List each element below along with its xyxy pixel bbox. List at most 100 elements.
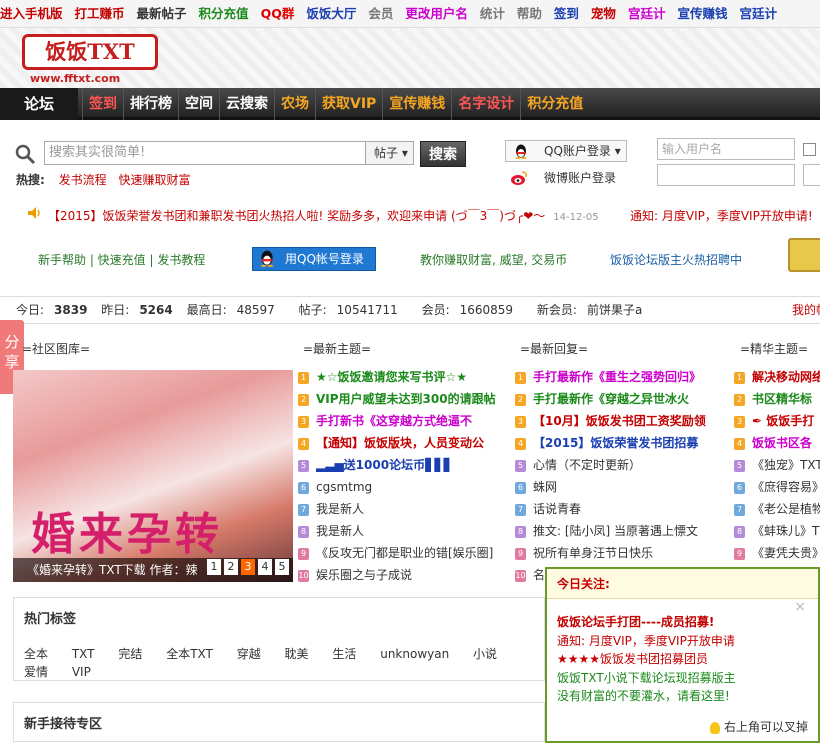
- top-link[interactable]: 积分充值: [199, 0, 249, 27]
- topic-link[interactable]: ★☆饭饭邀请您来写书评☆★: [316, 370, 467, 384]
- hot-link[interactable]: 发书流程: [59, 173, 107, 187]
- nav-forum-home[interactable]: 论坛: [0, 88, 78, 120]
- topic-link[interactable]: 【通知】饭饭版块，人员变动公: [316, 436, 484, 450]
- pager-button[interactable]: 4: [258, 559, 272, 575]
- nav-item[interactable]: 获取VIP: [315, 88, 382, 120]
- username-field[interactable]: 输入用户名: [657, 138, 795, 160]
- pager-button[interactable]: 1: [207, 559, 221, 575]
- tag-link[interactable]: unknowyan: [380, 647, 449, 661]
- remember-checkbox[interactable]: [803, 143, 816, 156]
- weibo-login-link[interactable]: 微博账户登录: [510, 168, 616, 188]
- featured-caption-text[interactable]: 《婚来孕转》TXT下载 作者：辣: [27, 563, 198, 577]
- reply-link[interactable]: 话说青春: [533, 502, 581, 516]
- popup-link[interactable]: 饭饭TXT小说下载论坛现招募版主: [557, 669, 736, 686]
- tag-link[interactable]: 全本TXT: [166, 647, 213, 661]
- top-link[interactable]: 会员: [368, 0, 393, 27]
- pager-button[interactable]: 3: [241, 559, 255, 575]
- elite-link[interactable]: 《独宠》TXT: [752, 458, 820, 472]
- tag-link[interactable]: 全本: [24, 647, 48, 661]
- nav-item[interactable]: 名字设计: [451, 88, 520, 120]
- top-link[interactable]: 进入手机版: [0, 0, 63, 27]
- rank-number: 10: [515, 569, 526, 582]
- reply-link[interactable]: 【10月】饭饭发书团工资奖励领: [533, 414, 706, 428]
- site-logo[interactable]: 饭饭TXT: [22, 34, 158, 70]
- elite-link[interactable]: 《老公是植物: [752, 502, 820, 516]
- tag-link[interactable]: TXT: [72, 647, 95, 661]
- popup-link[interactable]: ★★★★饭饭发书团招募团员: [557, 650, 708, 667]
- elite-link[interactable]: 书区精华标: [752, 392, 812, 406]
- top-link[interactable]: 最新帖子: [137, 0, 187, 27]
- search-type-select[interactable]: 帖子 ▾: [366, 141, 414, 165]
- tag-link[interactable]: 穿越: [237, 647, 261, 661]
- login-extra-field[interactable]: [803, 164, 820, 186]
- reply-link[interactable]: 手打最新作《穿越之异世冰火: [533, 392, 689, 406]
- top-link[interactable]: 宣传赚钱: [677, 0, 727, 27]
- help-links[interactable]: 新手帮助 | 快速充值 | 发书教程: [38, 251, 205, 268]
- top-link[interactable]: QQ群: [261, 0, 295, 27]
- nav-item[interactable]: 签到: [82, 88, 123, 120]
- topic-link[interactable]: 我是新人: [316, 502, 364, 516]
- top-link[interactable]: 更改用户名: [405, 0, 468, 27]
- popup-link[interactable]: 饭饭论坛手打团----成员招募!: [557, 613, 714, 630]
- mail-icon[interactable]: [788, 238, 820, 272]
- search-input[interactable]: 搜索其实很简单!: [44, 141, 366, 165]
- hot-link[interactable]: 快速赚取财富: [118, 173, 190, 187]
- topic-link[interactable]: 娱乐圈之与子成说: [316, 568, 412, 582]
- password-field[interactable]: [657, 164, 795, 186]
- top-link[interactable]: 签到: [554, 0, 579, 27]
- top-link[interactable]: 帮助: [517, 0, 542, 27]
- topic-link[interactable]: 《反攻无门都是职业的错[娱乐圈]: [316, 546, 493, 560]
- top-link[interactable]: 宫廷计: [739, 0, 777, 27]
- topic-link[interactable]: cgsmtmg: [316, 480, 372, 494]
- nav-item[interactable]: 云搜索: [219, 88, 274, 120]
- reply-link[interactable]: 名: [533, 568, 545, 582]
- topic-link[interactable]: VIP用户威望未达到300的请跟帖: [316, 392, 496, 406]
- pager-button[interactable]: 2: [224, 559, 238, 575]
- elite-link[interactable]: 《庶得容易》: [752, 480, 820, 494]
- elite-link[interactable]: 饭饭书区各: [752, 436, 812, 450]
- elite-link[interactable]: 《妻凭夫贵》: [752, 546, 820, 560]
- announcement-link[interactable]: 【2015】饭饭荣誉发书团和兼职发书团火热招人啦! 奖励多多，欢迎来申请 (づ￣…: [48, 207, 599, 224]
- qq-login-button[interactable]: QQ账户登录 ▾: [505, 140, 627, 162]
- earn-link[interactable]: 教你赚取财富, 威望, 交易币: [420, 251, 567, 268]
- qq-connect-button[interactable]: 用QQ帐号登录: [252, 247, 376, 271]
- elite-link[interactable]: 《蚌珠儿》T: [752, 524, 819, 538]
- pager-button[interactable]: 5: [275, 559, 289, 575]
- topic-link[interactable]: 手打新书《这穿越方式绝逼不: [316, 414, 472, 428]
- nav-item[interactable]: 宣传赚钱: [382, 88, 451, 120]
- tag-link[interactable]: 爱情: [24, 665, 48, 679]
- popup-link[interactable]: 没有财富的不要灌水，请看这里!: [557, 687, 730, 704]
- close-icon[interactable]: ×: [794, 599, 806, 615]
- tag-link[interactable]: 小说: [473, 647, 497, 661]
- elite-link[interactable]: ✒ 饭饭手打: [752, 414, 814, 428]
- search-button[interactable]: 搜索: [420, 141, 466, 167]
- tag-link[interactable]: VIP: [72, 665, 91, 679]
- elite-link[interactable]: 解决移动网络: [752, 370, 820, 384]
- featured-book-image[interactable]: 婚来孕转 《婚来孕转》TXT下载 作者：辣 12345: [13, 370, 293, 582]
- top-link[interactable]: 宠物: [591, 0, 616, 27]
- popup-link[interactable]: 通知: 月度VIP，季度VIP开放申请: [557, 632, 735, 649]
- reply-link[interactable]: 心情（不定时更新）: [533, 458, 641, 472]
- vip-notice-link[interactable]: 通知: 月度VIP，季度VIP开放申请!: [630, 207, 813, 224]
- topic-link[interactable]: ▂▃▅送1000论坛币▋▋▋: [316, 458, 453, 472]
- moderator-recruit-link[interactable]: 饭饭论坛版主火热招聘中: [610, 251, 742, 268]
- top-link[interactable]: 饭饭大厅: [306, 0, 356, 27]
- nav-item[interactable]: 积分充值: [520, 88, 589, 120]
- reply-link[interactable]: 祝所有单身汪节日快乐: [533, 546, 653, 560]
- top-link[interactable]: 宫廷计: [628, 0, 666, 27]
- reply-link[interactable]: 蛛网: [533, 480, 557, 494]
- my-posts-link[interactable]: 我的帖: [792, 297, 820, 323]
- reply-link[interactable]: 【2015】饭饭荣誉发书团招募: [533, 436, 698, 450]
- tag-link[interactable]: 完结: [118, 647, 142, 661]
- reply-link[interactable]: 手打最新作《重生之强势回归》: [533, 370, 701, 384]
- tag-link[interactable]: 生活: [332, 647, 356, 661]
- top-link[interactable]: 统计: [480, 0, 505, 27]
- new-member-link[interactable]: 前饼果子a: [587, 303, 642, 317]
- top-link[interactable]: 打工赚币: [75, 0, 125, 27]
- tag-link[interactable]: 耽美: [285, 647, 309, 661]
- nav-item[interactable]: 空间: [178, 88, 219, 120]
- nav-item[interactable]: 排行榜: [123, 88, 178, 120]
- nav-item[interactable]: 农场: [274, 88, 315, 120]
- topic-link[interactable]: 我是新人: [316, 524, 364, 538]
- reply-link[interactable]: 推文: [陆小凤] 当原著遇上慓文: [533, 524, 698, 538]
